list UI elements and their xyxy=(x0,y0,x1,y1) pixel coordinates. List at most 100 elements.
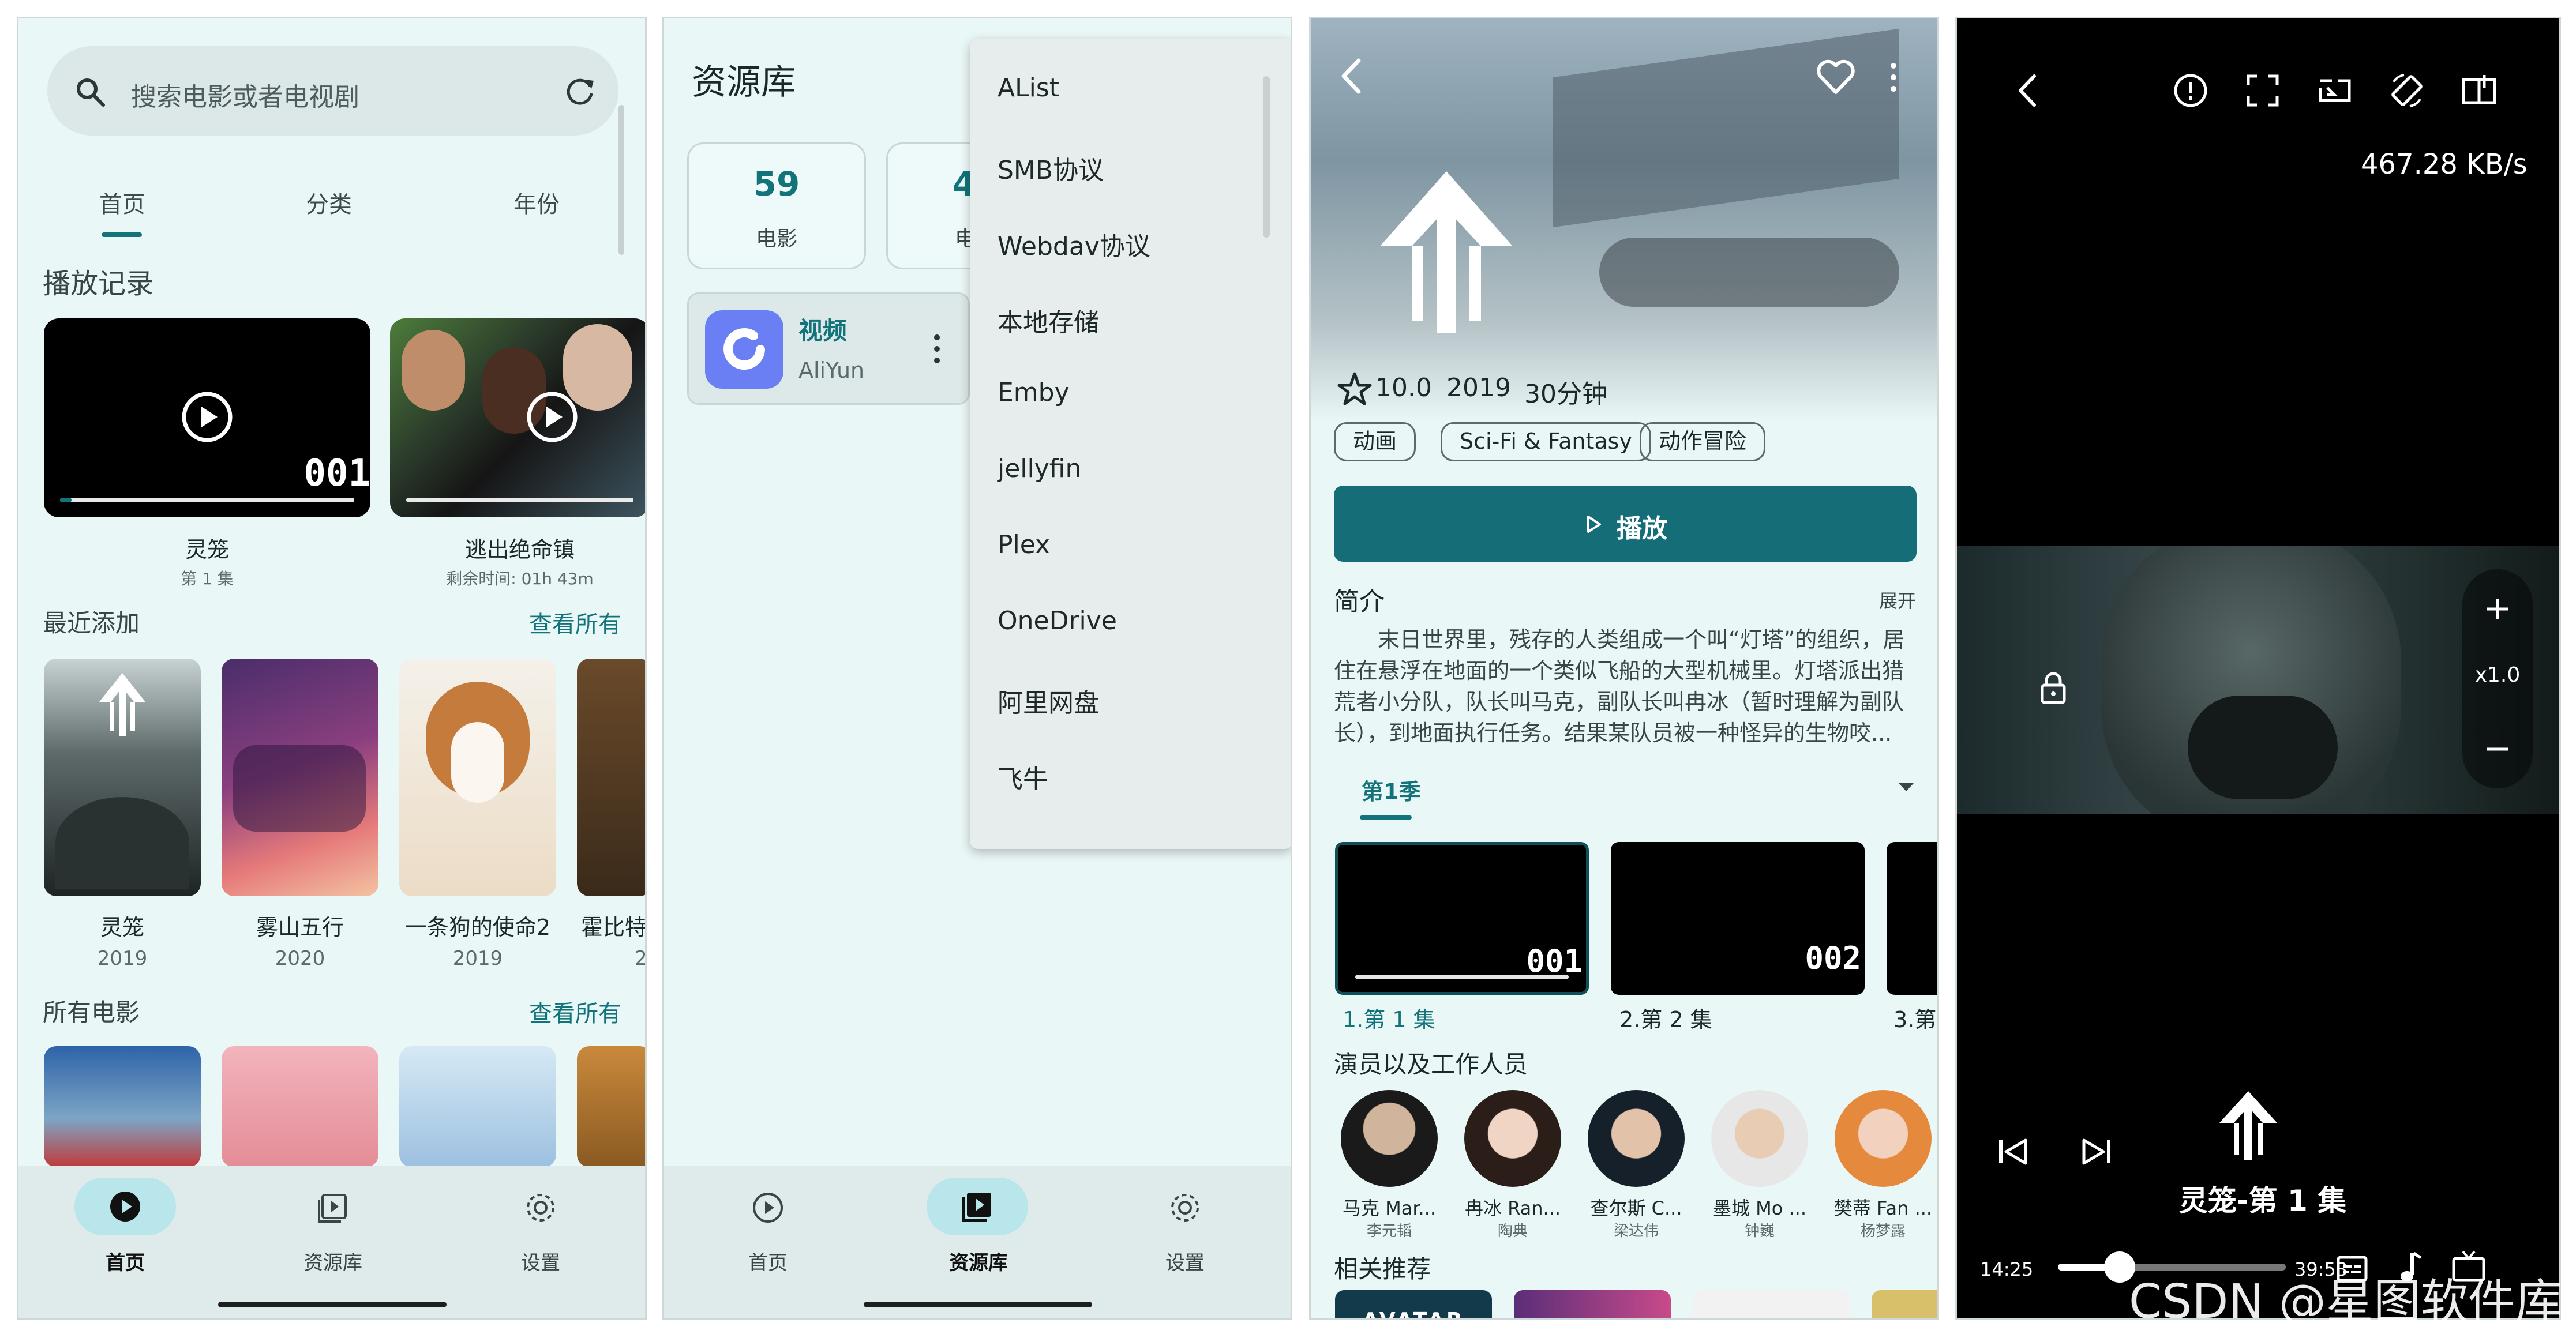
episode-label-3: 3.第 xyxy=(1893,1007,1937,1032)
avatar[interactable] xyxy=(1588,1090,1685,1187)
poster-dog-art xyxy=(451,722,504,803)
avatar[interactable] xyxy=(1711,1090,1808,1187)
play-circle-icon xyxy=(182,392,233,442)
play-button-label: 播放 xyxy=(1617,514,1667,543)
back-arrow-icon[interactable] xyxy=(2015,72,2040,110)
menu-item-onedrive[interactable]: OneDrive xyxy=(998,606,1117,636)
fullscreen-icon[interactable] xyxy=(2243,70,2283,111)
tab-category[interactable]: 分类 xyxy=(306,186,352,219)
poster-lingcong[interactable] xyxy=(44,659,201,896)
related-poster-3[interactable] xyxy=(1693,1290,1850,1318)
source-name: 视频 xyxy=(798,317,848,345)
zoom-in-icon[interactable] xyxy=(2484,595,2511,623)
nav-library-label[interactable]: 资源库 xyxy=(281,1247,385,1275)
genre-chip[interactable]: 动作冒险 xyxy=(1640,422,1766,461)
recent-year-3: 2019 xyxy=(452,947,503,970)
skip-next-icon[interactable] xyxy=(2078,1134,2115,1169)
gear-icon[interactable] xyxy=(1168,1190,1202,1225)
menu-item-plex[interactable]: Plex xyxy=(998,530,1050,559)
avatar[interactable] xyxy=(1341,1090,1438,1187)
nav-home-label[interactable]: 首页 xyxy=(74,1247,176,1275)
history-card-1[interactable]: 001 xyxy=(44,318,370,517)
poster-wushan[interactable] xyxy=(222,659,378,896)
back-arrow-icon[interactable] xyxy=(1337,56,1366,96)
season-indicator xyxy=(1360,815,1412,820)
menu-item-smb[interactable]: SMB协议 xyxy=(998,149,1104,186)
avatar[interactable] xyxy=(1464,1090,1561,1187)
related-poster-4[interactable] xyxy=(1872,1290,1937,1318)
book-icon[interactable] xyxy=(2459,70,2499,111)
expand-link[interactable]: 展开 xyxy=(1879,587,1916,613)
menu-scrollbar[interactable] xyxy=(1263,76,1270,238)
gear-icon[interactable] xyxy=(523,1190,558,1225)
related-poster-2[interactable] xyxy=(1514,1290,1671,1318)
bottom-nav: 首页 资源库 设置 xyxy=(664,1166,1291,1318)
season-tab[interactable]: 第1季 xyxy=(1362,774,1420,806)
play-circle-icon xyxy=(110,1192,140,1222)
menu-item-emby[interactable]: Emby xyxy=(998,378,1070,407)
scrollbar[interactable] xyxy=(618,105,624,255)
refresh-icon[interactable] xyxy=(564,75,597,108)
history-card-2[interactable] xyxy=(390,318,645,517)
menu-item-feiniu[interactable]: 飞牛 xyxy=(998,758,1048,795)
cast-actor: 钟巍 xyxy=(1744,1223,1775,1240)
cast-title: 演员以及工作人员 xyxy=(1334,1050,1528,1078)
episode-overlay: 002 xyxy=(1805,940,1861,976)
recent-see-all[interactable]: 查看所有 xyxy=(529,606,621,639)
history-title: 播放记录 xyxy=(43,268,154,300)
stat-card-movies[interactable]: 59 电影 xyxy=(687,142,866,269)
skip-previous-icon[interactable] xyxy=(1994,1134,2031,1169)
tab-home[interactable]: 首页 xyxy=(99,186,145,219)
more-vertical-icon[interactable] xyxy=(931,332,943,366)
related-poster-1[interactable]: AVATAR xyxy=(1335,1290,1492,1318)
poster-dog[interactable] xyxy=(399,659,556,896)
info-icon[interactable] xyxy=(2170,70,2211,111)
intro-line: 末日世界里，残存的人类组成一个叫“灯塔”的组织，居 xyxy=(1378,627,1905,652)
genre-chip[interactable]: 动画 xyxy=(1334,422,1416,461)
poster-hobbit[interactable] xyxy=(577,659,645,896)
search-input[interactable]: 搜索电影或者电视剧 xyxy=(131,76,359,113)
recent-title-3: 一条狗的使命2 xyxy=(404,915,551,940)
genre-chip[interactable]: Sci-Fi & Fantasy xyxy=(1441,422,1651,461)
nav-library-label[interactable]: 资源库 xyxy=(927,1247,1030,1275)
poster-all-4[interactable] xyxy=(577,1046,645,1167)
cast-role-name: 查尔斯 C... xyxy=(1590,1197,1682,1219)
source-provider: AliYun xyxy=(798,358,865,383)
progress-bar xyxy=(60,498,354,502)
play-circle-icon[interactable] xyxy=(751,1190,785,1225)
rating: 10.0 xyxy=(1375,373,1432,403)
avatar[interactable] xyxy=(1835,1090,1932,1187)
library-icon[interactable] xyxy=(316,1190,350,1225)
play-button[interactable]: 播放 xyxy=(1334,486,1917,562)
video-beard xyxy=(2188,696,2338,799)
poster-all-3[interactable] xyxy=(399,1046,556,1167)
poster-all-2[interactable] xyxy=(222,1046,378,1167)
play-circle-icon xyxy=(527,392,578,442)
nav-settings-label[interactable]: 设置 xyxy=(1133,1247,1237,1275)
nav-settings-label[interactable]: 设置 xyxy=(489,1247,593,1275)
menu-item-alist[interactable]: AList xyxy=(998,73,1059,103)
source-card[interactable]: 视频 AliYun xyxy=(687,292,970,405)
lock-icon[interactable] xyxy=(2038,670,2069,705)
nav-home-label[interactable]: 首页 xyxy=(716,1247,820,1275)
heart-icon[interactable] xyxy=(1816,59,1856,95)
dropdown-arrow-icon[interactable] xyxy=(1896,781,1916,794)
pip-icon[interactable] xyxy=(2315,70,2355,111)
more-vertical-icon[interactable] xyxy=(1888,60,1899,95)
tab-year[interactable]: 年份 xyxy=(513,186,560,219)
episode-card-3[interactable] xyxy=(1887,842,1937,995)
episode-card-1[interactable]: 001 xyxy=(1335,842,1589,995)
episode-card-2[interactable]: 002 xyxy=(1611,842,1865,995)
all-see-all[interactable]: 查看所有 xyxy=(529,995,621,1028)
menu-item-webdav[interactable]: Webdav协议 xyxy=(998,225,1150,262)
zoom-out-icon[interactable] xyxy=(2484,735,2511,763)
lingcong-logo-icon xyxy=(99,673,145,736)
stat-label: 电影 xyxy=(755,227,797,251)
menu-item-aliyun[interactable]: 阿里网盘 xyxy=(998,682,1099,719)
all-movies-title: 所有电影 xyxy=(43,998,140,1027)
rotate-icon[interactable] xyxy=(2387,70,2427,111)
menu-item-jellyfin[interactable]: jellyfin xyxy=(998,454,1081,483)
history-sub-2: 剩余时间: 01h 43m xyxy=(446,569,594,588)
menu-item-local[interactable]: 本地存储 xyxy=(998,302,1099,339)
poster-all-1[interactable] xyxy=(44,1046,201,1167)
